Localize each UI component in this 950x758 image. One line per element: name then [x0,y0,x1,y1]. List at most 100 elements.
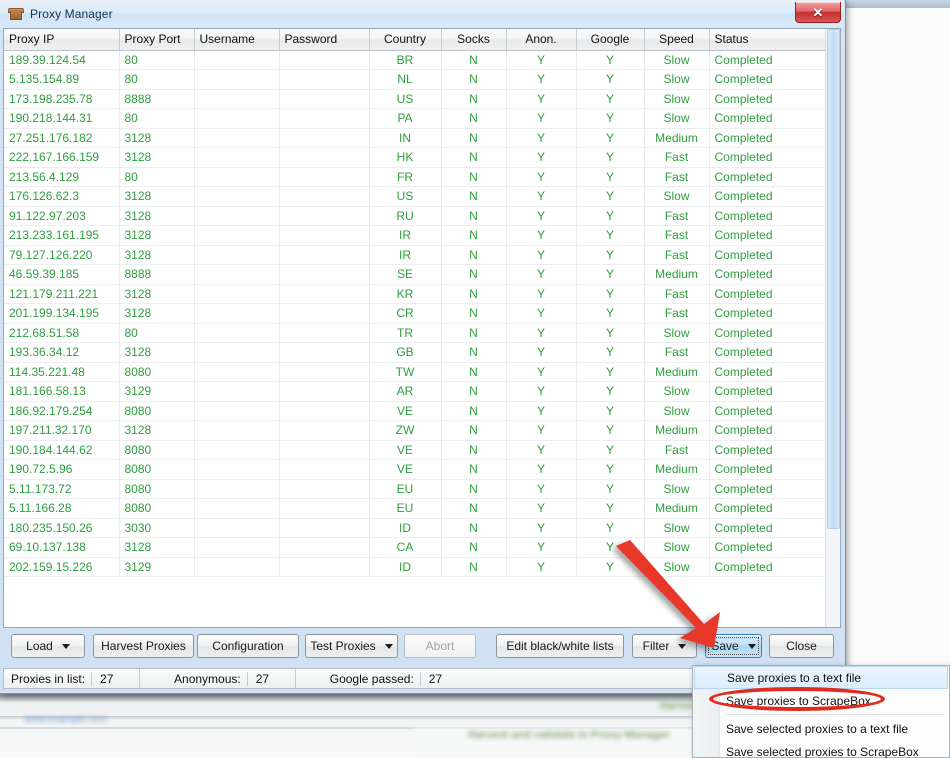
cell-proxy_port: 3128 [119,537,195,558]
cell-proxy_ip: 193.36.34.12 [4,342,120,363]
table-row[interactable]: 176.126.62.3 3128 US N Y Y Slow Completed [4,186,829,207]
table-row[interactable]: 79.127.126.220 3128 IR N Y Y Fast Completed [4,245,829,265]
cell-socks: N [441,342,507,363]
configuration-button[interactable]: Configuration [197,634,299,658]
cell-country: ZW [369,420,442,441]
cell-speed: Fast [644,167,710,187]
table-row[interactable]: 27.251.176.182 3128 IN N Y Y Medium Completed [4,128,829,148]
cell-proxy_ip: 180.235.150.26 [4,518,120,538]
table-row[interactable]: 190.72.5.96 8080 VE N Y Y Medium Completed [4,459,829,480]
column-header-password[interactable]: Password [279,29,370,51]
cell-socks: N [441,206,507,226]
cell-speed: Fast [644,440,710,460]
cell-proxy_ip: 222.167.166.159 [4,147,120,168]
column-header-speed[interactable]: Speed [644,29,710,51]
cell-anon: Y [506,245,577,265]
cell-username [194,206,280,226]
cell-speed: Slow [644,69,710,90]
vertical-scrollbar[interactable] [825,29,840,627]
close-button[interactable]: Close [769,634,834,658]
cell-anon: Y [506,518,577,538]
table-row[interactable]: 222.167.166.159 3128 HK N Y Y Fast Completed [4,147,829,168]
load-button[interactable]: Load [11,634,85,658]
google-passed-stat: Google passed: 27 [323,669,468,688]
table-row[interactable]: 201.199.134.195 3128 CR N Y Y Fast Completed [4,303,829,324]
cell-status: Completed [709,186,829,207]
column-header-socks[interactable]: Socks [441,29,507,51]
cell-status: Completed [709,459,829,480]
column-header-proxy_port[interactable]: Proxy Port [119,29,195,51]
cell-status: Completed [709,147,829,168]
table-row[interactable]: 193.36.34.12 3128 GB N Y Y Fast Completed [4,342,829,363]
cell-google: Y [576,206,645,226]
menu-item-3[interactable]: Save selected proxies to ScrapeBox [693,740,949,758]
column-header-country[interactable]: Country [369,29,442,51]
cell-proxy_ip: 197.211.32.170 [4,420,120,441]
cell-anon: Y [506,420,577,441]
cell-password [279,459,370,480]
column-header-anon[interactable]: Anon. [506,29,577,51]
close-window-button[interactable]: ✕ [795,2,841,23]
table-row[interactable]: 121.179.211.221 3128 KR N Y Y Fast Completed [4,284,829,304]
column-header-google[interactable]: Google [576,29,645,51]
table-row[interactable]: 5.135.154.89 80 NL N Y Y Slow Completed [4,69,829,90]
cell-status: Completed [709,323,829,343]
cell-socks: N [441,381,507,402]
cell-status: Completed [709,557,829,577]
table-row[interactable]: 181.166.58.13 3129 AR N Y Y Slow Completed [4,381,829,402]
cell-status: Completed [709,108,829,129]
cell-socks: N [441,518,507,538]
cell-proxy_ip: 173.198.235.78 [4,89,120,109]
cell-socks: N [441,537,507,558]
table-row[interactable]: 189.39.124.54 80 BR N Y Y Slow Completed [4,50,829,70]
harvest-proxies-button[interactable]: Harvest Proxies [93,634,194,658]
table-row[interactable]: 5.11.173.72 8080 EU N Y Y Slow Completed [4,479,829,499]
cell-speed: Fast [644,225,710,246]
cell-google: Y [576,245,645,265]
cell-country: TR [369,323,442,343]
window-title-bar[interactable]: Proxy Manager [0,0,844,27]
menu-item-1[interactable]: Save proxies to ScrapeBox [693,689,949,712]
cell-google: Y [576,167,645,187]
cell-proxy_port: 3128 [119,245,195,265]
scrollbar-thumb[interactable] [827,29,840,529]
table-row[interactable]: 91.122.97.203 3128 RU N Y Y Fast Completed [4,206,829,226]
cell-password [279,537,370,558]
table-row[interactable]: 46.59.39.185 8888 SE N Y Y Medium Completed [4,264,829,285]
window-title: Proxy Manager [30,6,113,21]
table-row[interactable]: 197.211.32.170 3128 ZW N Y Y Medium Completed [4,420,829,441]
table-row[interactable]: 212.68.51.58 80 TR N Y Y Slow Completed [4,323,829,343]
cell-proxy_port: 8080 [119,498,195,519]
cell-proxy_ip: 189.39.124.54 [4,50,120,70]
cell-username [194,440,280,460]
column-header-username[interactable]: Username [194,29,280,51]
cell-proxy_port: 8080 [119,479,195,499]
table-row[interactable]: 213.233.161.195 3128 IR N Y Y Fast Completed [4,225,829,246]
table-row[interactable]: 173.198.235.78 8888 US N Y Y Slow Completed [4,89,829,109]
menu-item-0[interactable]: Save proxies to a text file [694,666,948,689]
cell-speed: Medium [644,264,710,285]
cell-google: Y [576,147,645,168]
table-row[interactable]: 186.92.179.254 8080 VE N Y Y Slow Completed [4,401,829,421]
backdrop-blurred-text-2: Harvest and validate in Proxy Manager [468,729,670,741]
cell-speed: Slow [644,381,710,402]
table-row[interactable]: 213.56.4.129 80 FR N Y Y Fast Completed [4,167,829,187]
cell-country: VE [369,440,442,460]
table-row[interactable]: 190.184.144.62 8080 VE N Y Y Fast Completed [4,440,829,460]
cell-google: Y [576,225,645,246]
column-header-proxy_ip[interactable]: Proxy IP [4,29,120,51]
table-row[interactable]: 5.11.166.28 8080 EU N Y Y Medium Completed [4,498,829,519]
abort-label: Abort [425,639,455,653]
cell-socks: N [441,128,507,148]
menu-item-2[interactable]: Save selected proxies to a text file [693,717,949,740]
chevron-down-icon [384,643,393,649]
table-row[interactable]: 114.35.221.48 8080 TW N Y Y Medium Completed [4,362,829,382]
table-row[interactable]: 180.235.150.26 3030 ID N Y Y Slow Completed [4,518,829,538]
test-proxies-button[interactable]: Test Proxies [305,634,398,658]
cell-status: Completed [709,342,829,363]
cell-proxy_ip: 181.166.58.13 [4,381,120,402]
save-dropdown-menu[interactable]: Save proxies to a text file Save proxies … [692,665,950,758]
column-header-status[interactable]: Status [709,29,829,51]
cell-password [279,479,370,499]
table-row[interactable]: 190.218.144.31 80 PA N Y Y Slow Completed [4,108,829,129]
